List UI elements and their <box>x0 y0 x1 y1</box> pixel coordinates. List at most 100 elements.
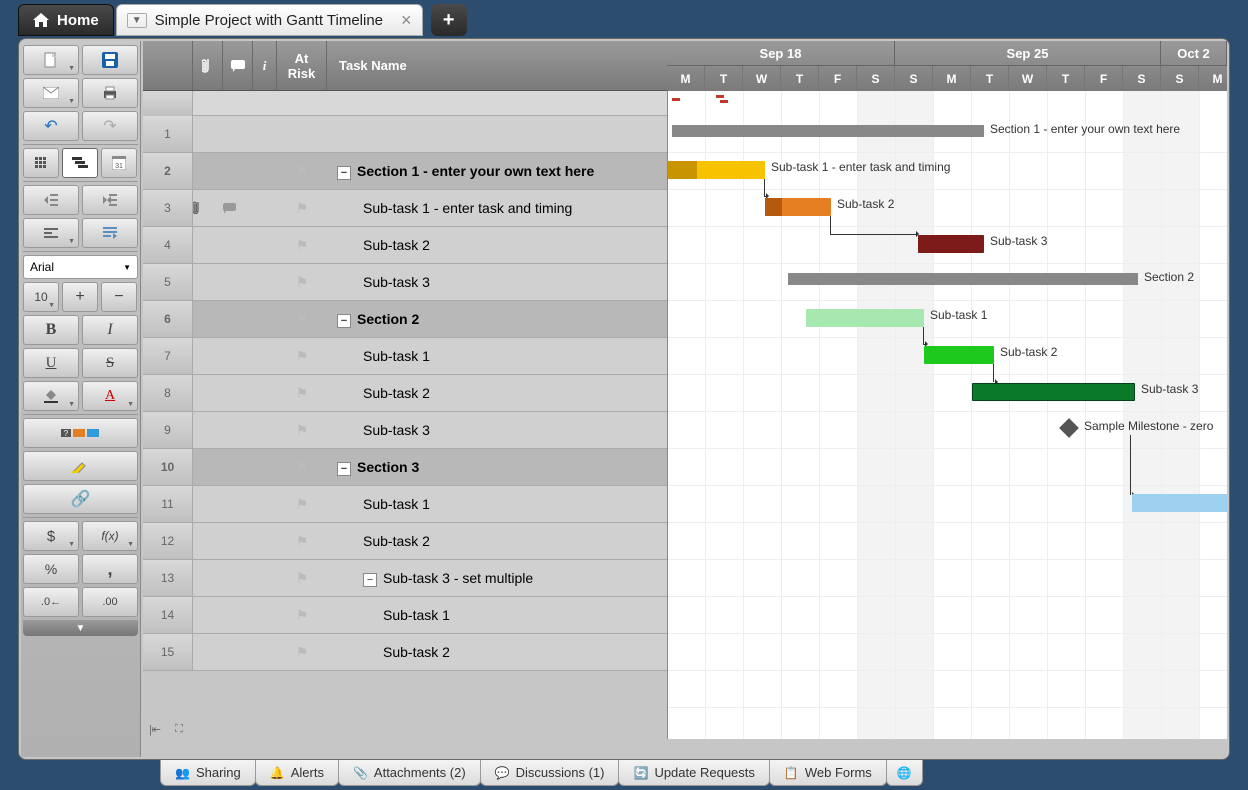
task-cell[interactable]: Sub-task 3 <box>327 274 667 290</box>
info-header[interactable]: i <box>253 41 277 90</box>
percent-button[interactable]: % <box>23 554 79 584</box>
table-row[interactable]: 15⚑Sub-task 2 <box>143 634 667 671</box>
risk-cell[interactable]: ⚑ <box>277 385 327 402</box>
tab-publish[interactable]: 🌐 <box>886 760 923 786</box>
fullscreen-icon[interactable]: ⛶ <box>169 721 189 737</box>
tab-home[interactable]: Home <box>18 4 114 36</box>
task-cell[interactable]: −Section 2 <box>327 311 667 328</box>
currency-button[interactable]: $▼ <box>23 521 79 551</box>
risk-cell[interactable]: ⚑ <box>277 200 327 217</box>
table-row[interactable]: 9⚑Sub-task 3 <box>143 412 667 449</box>
calendar-view-button[interactable]: 31 <box>101 148 137 178</box>
tab-add[interactable]: + <box>431 4 467 36</box>
risk-cell[interactable]: ⚑ <box>277 163 327 180</box>
undo-button[interactable]: ↶ <box>23 111 79 141</box>
risk-cell[interactable]: ⚑ <box>277 496 327 513</box>
tab-alerts[interactable]: 🔔Alerts <box>255 760 339 786</box>
table-row[interactable]: 13⚑−Sub-task 3 - set multiple <box>143 560 667 597</box>
task-cell[interactable]: −Sub-task 3 - set multiple <box>327 570 667 587</box>
align-button[interactable]: ▼ <box>23 218 79 248</box>
formula-button[interactable]: f(x)▼ <box>82 521 138 551</box>
highlight-button[interactable] <box>23 451 138 481</box>
task-cell[interactable]: Sub-task 2 <box>327 237 667 253</box>
tab-attachments[interactable]: 📎Attachments (2) <box>338 760 481 786</box>
risk-cell[interactable]: ⚑ <box>277 422 327 439</box>
bold-button[interactable]: B <box>23 315 79 345</box>
table-row[interactable]: 4⚑Sub-task 2 <box>143 227 667 264</box>
tab-update-requests[interactable]: 🔄Update Requests <box>618 760 769 786</box>
toolbar-more-button[interactable]: ▼ <box>23 620 138 636</box>
risk-cell[interactable]: ⚑ <box>277 607 327 624</box>
strikethrough-button[interactable]: S <box>82 348 138 378</box>
table-row[interactable]: 10⚑−Section 3 <box>143 449 667 486</box>
table-row[interactable]: 14⚑Sub-task 1 <box>143 597 667 634</box>
tab-sharing[interactable]: 👥Sharing <box>160 760 256 786</box>
risk-cell[interactable]: ⚑ <box>277 459 327 476</box>
comma-button[interactable]: , <box>82 554 138 584</box>
risk-cell[interactable]: ⚑ <box>277 311 327 328</box>
close-icon[interactable]: × <box>401 10 412 31</box>
attachment-header[interactable] <box>193 41 223 90</box>
tab-web-forms[interactable]: 📋Web Forms <box>769 760 887 786</box>
task-cell[interactable]: −Section 3 <box>327 459 667 476</box>
outdent-button[interactable] <box>23 185 79 215</box>
risk-cell[interactable]: ⚑ <box>277 570 327 587</box>
gantt-task-bar[interactable] <box>972 383 1135 401</box>
gantt-task-bar[interactable] <box>924 346 994 364</box>
fill-color-button[interactable]: ▼ <box>23 381 79 411</box>
table-row[interactable]: 1 <box>143 116 667 153</box>
redo-button[interactable]: ↷ <box>82 111 138 141</box>
comment-header[interactable] <box>223 41 253 90</box>
collapse-icon[interactable]: − <box>337 166 351 180</box>
table-row[interactable]: 12⚑Sub-task 2 <box>143 523 667 560</box>
font-increase-button[interactable]: + <box>62 282 98 312</box>
table-row[interactable]: 5⚑Sub-task 3 <box>143 264 667 301</box>
task-cell[interactable]: Sub-task 2 <box>327 385 667 401</box>
task-cell[interactable]: Sub-task 3 <box>327 422 667 438</box>
gantt-chart[interactable]: Section 1 - enter your own text here Sub… <box>667 91 1227 739</box>
font-size-select[interactable]: 10▼ <box>23 282 59 312</box>
risk-cell[interactable]: ⚑ <box>277 533 327 550</box>
task-cell[interactable]: Sub-task 1 <box>327 607 667 623</box>
gantt-summary-bar[interactable] <box>788 273 1138 285</box>
increase-decimal-button[interactable]: .00 <box>82 587 138 617</box>
conditional-format-button[interactable]: ? <box>23 418 138 448</box>
link-button[interactable]: 🔗 <box>23 484 138 514</box>
risk-cell[interactable]: ⚑ <box>277 237 327 254</box>
decrease-decimal-button[interactable]: .0← <box>23 587 79 617</box>
table-row[interactable]: 7⚑Sub-task 1 <box>143 338 667 375</box>
task-cell[interactable]: Sub-task 1 - enter task and timing <box>327 200 667 216</box>
gantt-task-bar[interactable] <box>668 161 765 179</box>
table-row[interactable]: 2⚑−Section 1 - enter your own text here <box>143 153 667 190</box>
collapse-icon[interactable]: − <box>363 573 377 587</box>
task-cell[interactable]: Sub-task 1 <box>327 348 667 364</box>
risk-cell[interactable]: ⚑ <box>277 274 327 291</box>
collapse-icon[interactable]: − <box>337 314 351 328</box>
italic-button[interactable]: I <box>82 315 138 345</box>
chevron-down-icon[interactable]: ▼ <box>127 13 147 28</box>
risk-cell[interactable]: ⚑ <box>277 348 327 365</box>
font-select[interactable]: Arial ▼ <box>23 255 138 279</box>
underline-button[interactable]: U <box>23 348 79 378</box>
table-row[interactable]: 8⚑Sub-task 2 <box>143 375 667 412</box>
wrap-button[interactable] <box>82 218 138 248</box>
tab-discussions[interactable]: 💬Discussions (1) <box>480 760 620 786</box>
gantt-summary-bar[interactable] <box>672 125 984 137</box>
table-row[interactable] <box>143 91 667 116</box>
gantt-task-bar[interactable] <box>1132 494 1227 512</box>
risk-cell[interactable]: ⚑ <box>277 644 327 661</box>
comment-cell[interactable] <box>223 203 253 214</box>
font-decrease-button[interactable]: − <box>101 282 137 312</box>
table-row[interactable]: 11⚑Sub-task 1 <box>143 486 667 523</box>
at-risk-header[interactable]: At Risk <box>277 41 327 90</box>
indent-button[interactable] <box>82 185 138 215</box>
gantt-task-bar[interactable] <box>806 309 924 327</box>
task-cell[interactable]: −Section 1 - enter your own text here <box>327 163 667 180</box>
attachment-cell[interactable] <box>193 201 223 215</box>
save-button[interactable] <box>82 45 138 75</box>
gantt-task-bar[interactable] <box>918 235 984 253</box>
print-button[interactable] <box>82 78 138 108</box>
new-sheet-button[interactable]: ▼ <box>23 45 79 75</box>
task-cell[interactable]: Sub-task 1 <box>327 496 667 512</box>
gantt-task-bar[interactable] <box>765 198 831 216</box>
